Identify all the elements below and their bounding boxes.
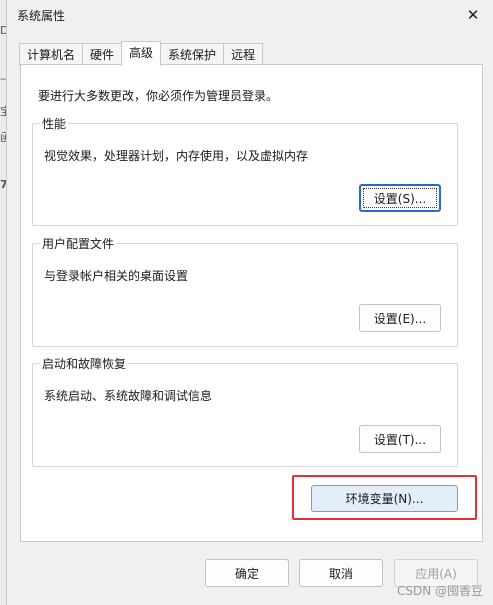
performance-group: 性能 视觉效果，处理器计划，内存使用，以及虚拟内存 设置(S)...: [32, 115, 458, 226]
tab-computer-name[interactable]: 计算机名: [19, 43, 84, 66]
tab-advanced[interactable]: 高级: [121, 41, 162, 66]
user-profiles-description: 与登录帐户相关的桌面设置: [44, 269, 189, 283]
performance-description: 视觉效果，处理器计划，内存使用，以及虚拟内存: [44, 149, 309, 163]
window-title: 系统属性: [17, 9, 66, 23]
title-bar[interactable]: 系统属性 ✕: [7, 0, 493, 30]
watermark: CSDN @囤香豆: [396, 584, 483, 598]
startup-recovery-group-title: 启动和故障恢复: [40, 355, 129, 372]
performance-settings-button[interactable]: 设置(S)...: [359, 184, 441, 212]
tab-system-protection[interactable]: 系统保护: [160, 43, 225, 66]
tab-strip: 计算机名 硬件 高级 系统保护 远程: [19, 41, 264, 66]
advanced-tab-panel: 要进行大多数更改，你必须作为管理员登录。 性能 视觉效果，处理器计划，内存使用，…: [20, 64, 483, 542]
startup-recovery-description: 系统启动、系统故障和调试信息: [44, 389, 213, 403]
close-button[interactable]: ✕: [460, 4, 486, 26]
close-icon: ✕: [466, 6, 480, 24]
tab-hardware[interactable]: 硬件: [82, 43, 123, 66]
startup-recovery-group: 启动和故障恢复 系统启动、系统故障和调试信息 设置(T)...: [32, 355, 458, 467]
startup-recovery-settings-button[interactable]: 设置(T)...: [359, 425, 441, 453]
system-properties-dialog: 系统属性 ✕ 计算机名 硬件 高级 系统保护 远程 要进行大多数更改，你必须作为…: [6, 0, 493, 605]
user-profiles-group: 用户配置文件 与登录帐户相关的桌面设置 设置(E)...: [32, 235, 458, 347]
tab-remote[interactable]: 远程: [223, 43, 264, 66]
user-profiles-settings-button[interactable]: 设置(E)...: [359, 304, 441, 332]
cancel-button[interactable]: 取消: [299, 559, 383, 587]
admin-note: 要进行大多数更改，你必须作为管理员登录。: [38, 89, 279, 103]
ok-button[interactable]: 确定: [205, 559, 289, 587]
user-profiles-group-title: 用户配置文件: [40, 235, 117, 252]
environment-variables-button[interactable]: 环境变量(N)...: [311, 485, 458, 512]
performance-group-title: 性能: [40, 115, 69, 132]
